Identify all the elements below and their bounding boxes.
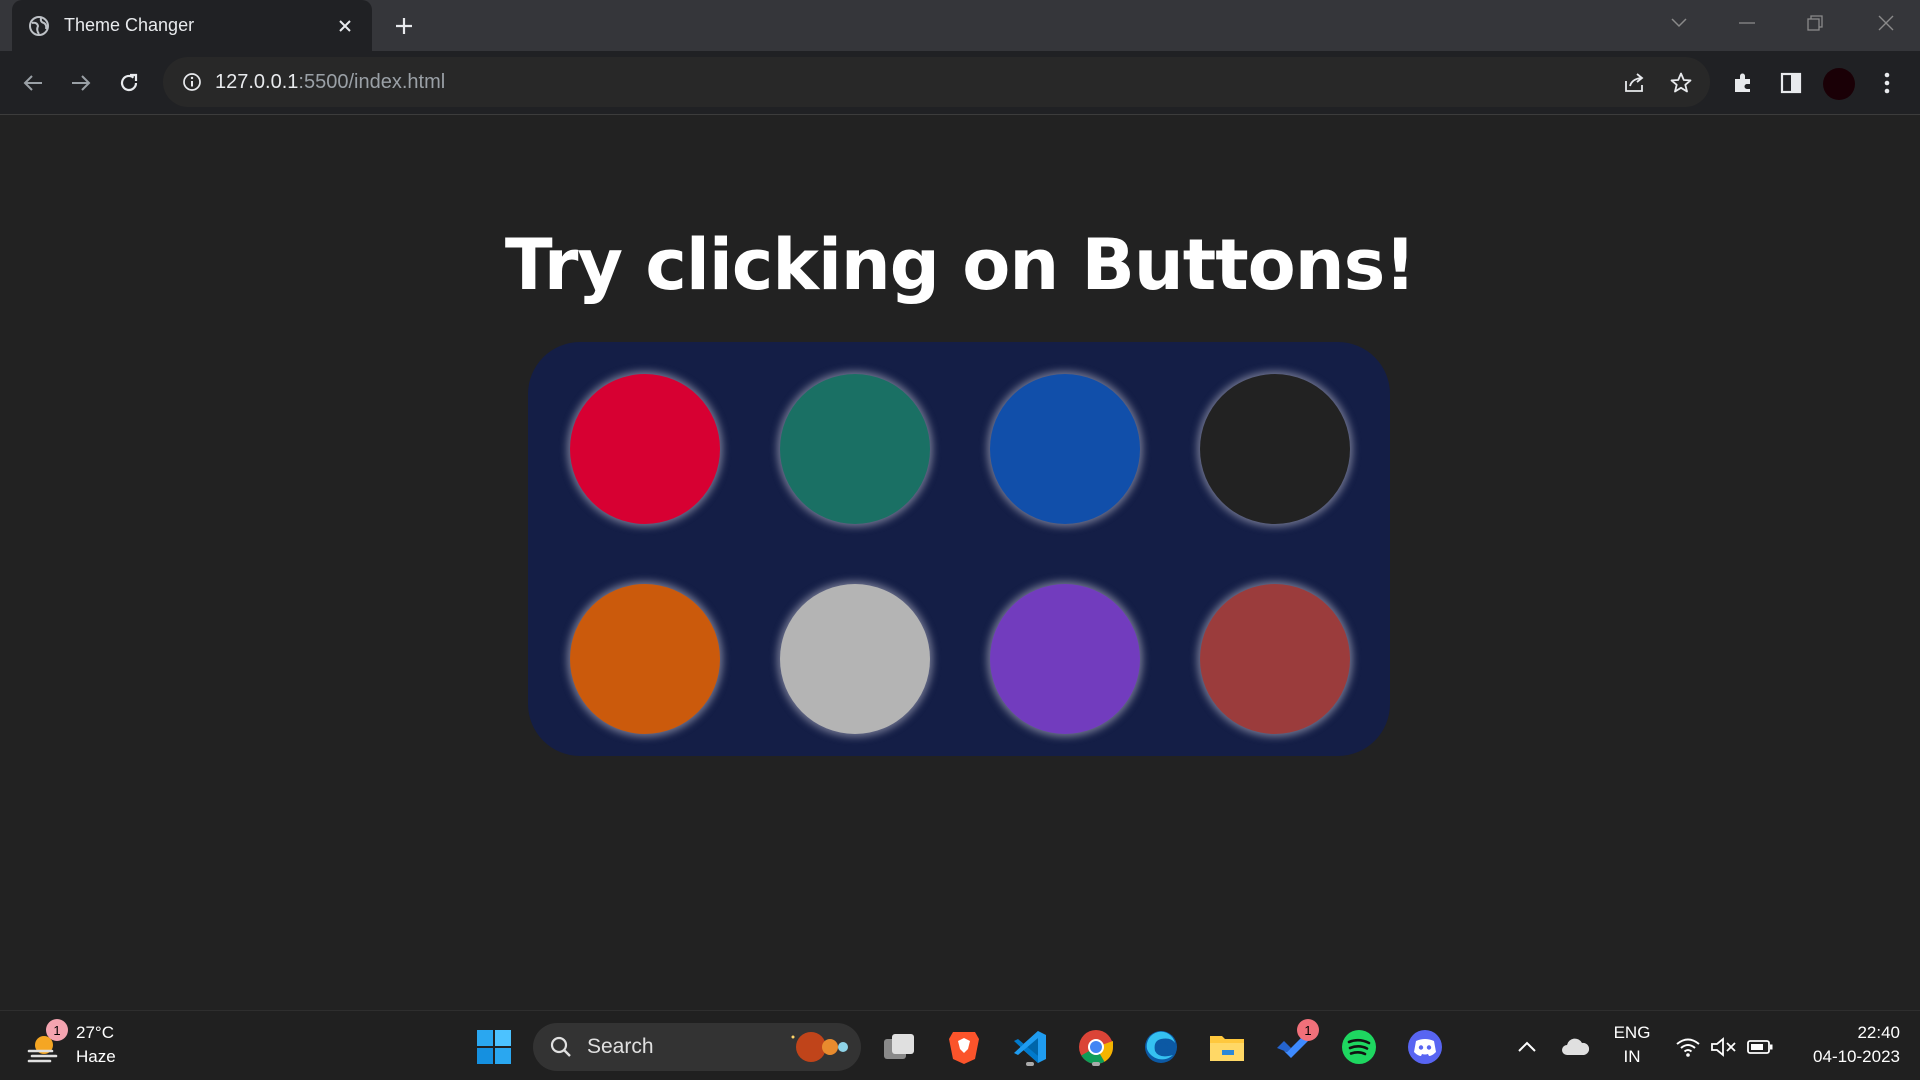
input-language-indicator[interactable]: ENG IN xyxy=(1606,1021,1658,1069)
browser-toolbar: 127.0.0.1:5500/index.html xyxy=(0,51,1920,115)
spotify-icon[interactable] xyxy=(1338,1026,1380,1068)
search-highlight-planets-icon xyxy=(785,1029,855,1070)
extensions-icon[interactable] xyxy=(1726,66,1760,100)
bookmark-star-icon[interactable] xyxy=(1668,70,1694,96)
site-info-icon[interactable] xyxy=(181,71,203,93)
close-icon[interactable] xyxy=(334,15,356,37)
weather-temperature[interactable]: 27°C xyxy=(76,1023,114,1043)
theme-button-teal[interactable] xyxy=(780,374,930,524)
address-bar[interactable]: 127.0.0.1:5500/index.html xyxy=(163,57,1710,107)
search-icon xyxy=(550,1036,571,1057)
clock-time: 22:40 xyxy=(1857,1023,1900,1042)
tab-search-icon[interactable] xyxy=(1659,8,1699,38)
restore-button[interactable] xyxy=(1795,8,1835,38)
running-indicator xyxy=(1092,1062,1100,1066)
clock-date: 04-10-2023 xyxy=(1813,1047,1900,1066)
profile-avatar[interactable] xyxy=(1823,68,1855,100)
theme-button-red[interactable] xyxy=(570,374,720,524)
windows-taskbar: 1 27°C Haze Search 1 ENG IN 22:40 04-10-… xyxy=(0,1010,1920,1080)
theme-button-panel xyxy=(528,342,1390,756)
theme-button-blue[interactable] xyxy=(990,374,1140,524)
battery-icon[interactable] xyxy=(1739,1026,1781,1068)
language-code: ENG xyxy=(1613,1023,1651,1042)
onedrive-cloud-icon[interactable] xyxy=(1554,1026,1596,1068)
task-view-icon[interactable] xyxy=(878,1026,920,1068)
weather-condition[interactable]: Haze xyxy=(76,1047,116,1067)
edge-icon[interactable] xyxy=(1140,1026,1182,1068)
close-window-button[interactable] xyxy=(1866,8,1906,38)
windows-start-icon[interactable] xyxy=(473,1026,515,1068)
url-host: 127.0.0.1 xyxy=(215,70,299,93)
minimize-button[interactable] xyxy=(1727,8,1767,38)
browser-tab[interactable]: Theme Changer xyxy=(12,0,372,51)
back-button[interactable] xyxy=(16,66,50,100)
brave-browser-icon[interactable] xyxy=(943,1026,985,1068)
reload-button[interactable] xyxy=(112,66,146,100)
chevron-up-icon[interactable] xyxy=(1506,1026,1548,1068)
region-code: IN xyxy=(1623,1047,1641,1066)
browser-titlebar: Theme Changer xyxy=(0,0,1920,51)
url-path: :5500/index.html xyxy=(298,70,446,93)
taskbar-search[interactable]: Search xyxy=(533,1023,861,1071)
clock[interactable]: 22:40 04-10-2023 xyxy=(1782,1021,1900,1069)
vscode-icon[interactable] xyxy=(1009,1026,1051,1068)
file-explorer-icon[interactable] xyxy=(1206,1026,1248,1068)
todo-badge: 1 xyxy=(1297,1019,1319,1041)
page-heading: Try clicking on Buttons! xyxy=(504,224,1416,306)
theme-button-orange[interactable] xyxy=(570,584,720,734)
menu-kebab-icon[interactable] xyxy=(1870,66,1904,100)
theme-button-black[interactable] xyxy=(1200,374,1350,524)
new-tab-button[interactable] xyxy=(390,12,418,40)
side-panel-icon[interactable] xyxy=(1774,66,1808,100)
search-label: Search xyxy=(587,1035,654,1058)
page-viewport: Try clicking on Buttons! xyxy=(0,116,1920,1010)
forward-button[interactable] xyxy=(64,66,98,100)
chrome-icon[interactable] xyxy=(1075,1026,1117,1068)
tab-title: Theme Changer xyxy=(64,15,195,35)
weather-badge: 1 xyxy=(46,1019,68,1041)
theme-button-purple[interactable] xyxy=(990,584,1140,734)
globe-icon xyxy=(28,15,50,37)
theme-button-brown[interactable] xyxy=(1200,584,1350,734)
discord-icon[interactable] xyxy=(1404,1026,1446,1068)
running-indicator xyxy=(1026,1062,1034,1066)
theme-button-silver[interactable] xyxy=(780,584,930,734)
share-icon[interactable] xyxy=(1621,70,1647,96)
